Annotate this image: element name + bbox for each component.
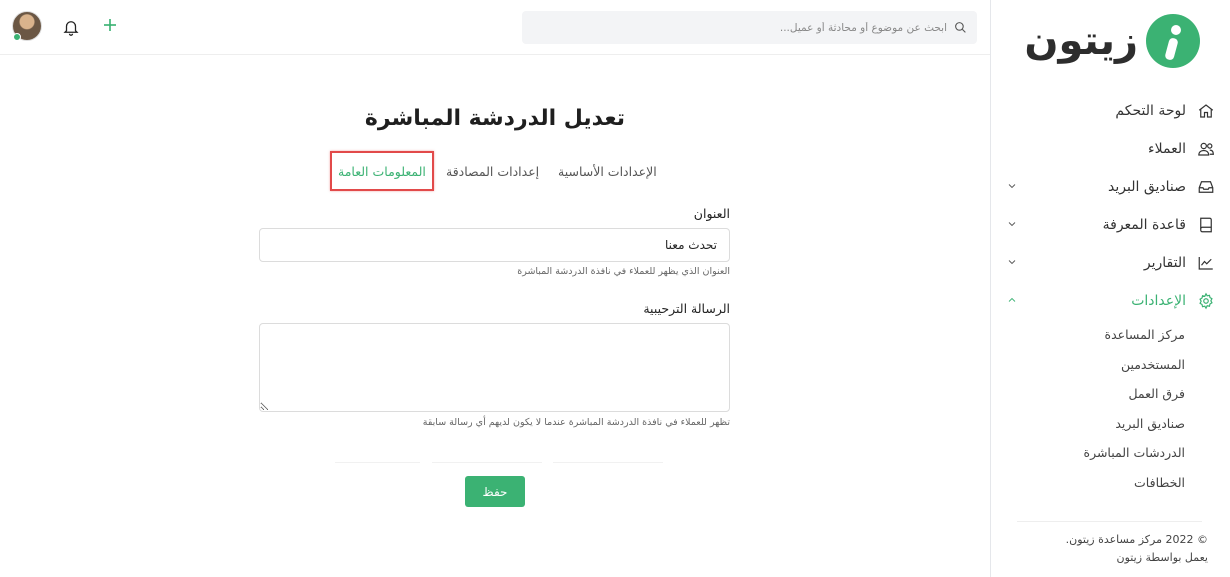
gear-icon	[1196, 291, 1216, 311]
brand-logo[interactable]: زيتون	[1024, 12, 1200, 70]
sidebar-nav: لوحة التحكم العملاء صناديق البريد قاعدة …	[990, 92, 1230, 497]
subnav-item-teams[interactable]: فرق العمل	[990, 379, 1185, 409]
sidebar-item-settings[interactable]: الإعدادات	[990, 282, 1230, 320]
top-bar	[0, 0, 990, 55]
sidebar-item-customers[interactable]: العملاء	[990, 130, 1230, 168]
search-icon	[953, 21, 967, 35]
sidebar-footer: © 2022 مركز مساعدة زيتون. يعمل بواسطة زي…	[1066, 531, 1208, 567]
subnav-item-mailboxes[interactable]: صناديق البريد	[990, 409, 1185, 439]
tab-basic-settings[interactable]: الإعدادات الأساسية	[558, 154, 657, 188]
chart-icon	[1196, 253, 1216, 273]
chevron-down-icon[interactable]	[1004, 256, 1018, 270]
powered-by-text: يعمل بواسطة زيتون	[1116, 551, 1208, 564]
sidebar-item-mailboxes[interactable]: صناديق البريد	[990, 168, 1230, 206]
online-status-dot	[13, 33, 21, 41]
tab-auth-settings[interactable]: إعدادات المصادقة	[446, 154, 539, 188]
sidebar-item-label: العملاء	[1148, 141, 1186, 157]
settings-subnav: مركز المساعدة المستخدمين فرق العمل صنادي…	[990, 320, 1230, 497]
welcome-message-textarea[interactable]	[259, 323, 730, 412]
tabs: الإعدادات الأساسية إعدادات المصادقة المع…	[260, 151, 730, 191]
divider	[432, 462, 542, 463]
page-title: تعديل الدردشة المباشرة	[364, 106, 626, 131]
copyright-text: © 2022 مركز مساعدة زيتون.	[1065, 533, 1208, 546]
save-button[interactable]: حفظ	[465, 476, 525, 507]
plus-icon[interactable]	[101, 16, 119, 34]
sidebar: زيتون لوحة التحكم العملاء صناديق البريد	[990, 0, 1230, 577]
sidebar-item-knowledge-base[interactable]: قاعدة المعرفة	[990, 206, 1230, 244]
chevron-down-icon[interactable]	[1004, 180, 1018, 194]
subnav-item-live-chats[interactable]: الدردشات المباشرة	[990, 438, 1185, 468]
sidebar-item-label: لوحة التحكم	[1115, 103, 1186, 119]
users-icon	[1196, 139, 1216, 159]
search-input[interactable]	[567, 21, 947, 34]
divider	[335, 462, 420, 463]
welcome-help-text: تظهر للعملاء في نافذة الدردشة المباشرة ع…	[422, 417, 730, 428]
sidebar-item-label: قاعدة المعرفة	[1102, 217, 1186, 233]
sidebar-item-dashboard[interactable]: لوحة التحكم	[990, 92, 1230, 130]
inbox-icon	[1196, 177, 1216, 197]
chevron-down-icon[interactable]	[1004, 218, 1018, 232]
chevron-up-icon[interactable]	[1004, 294, 1018, 308]
brand-name: زيتون	[1024, 18, 1139, 64]
title-label: العنوان	[693, 206, 730, 221]
tab-general-info[interactable]: المعلومات العامة	[330, 151, 434, 191]
subnav-item-users[interactable]: المستخدمين	[990, 350, 1185, 380]
welcome-message-label: الرسالة الترحيبية	[643, 301, 730, 316]
sidebar-item-label: الإعدادات	[1131, 293, 1186, 309]
subnav-item-help-center[interactable]: مركز المساعدة	[990, 320, 1185, 350]
search-bar[interactable]	[522, 11, 977, 44]
title-help-text: العنوان الذي يظهر للعملاء في نافذة الدرد…	[517, 266, 730, 277]
sidebar-item-reports[interactable]: التقارير	[990, 244, 1230, 282]
subnav-item-webhooks[interactable]: الخطافات	[990, 468, 1185, 498]
divider	[553, 462, 663, 463]
logo-icon	[1146, 14, 1200, 68]
sidebar-divider	[1017, 521, 1202, 522]
title-input[interactable]	[259, 228, 730, 262]
sidebar-item-label: التقارير	[1143, 255, 1186, 271]
book-icon	[1196, 215, 1216, 235]
bell-icon[interactable]	[62, 17, 80, 37]
home-icon	[1196, 101, 1216, 121]
sidebar-item-label: صناديق البريد	[1108, 179, 1186, 195]
